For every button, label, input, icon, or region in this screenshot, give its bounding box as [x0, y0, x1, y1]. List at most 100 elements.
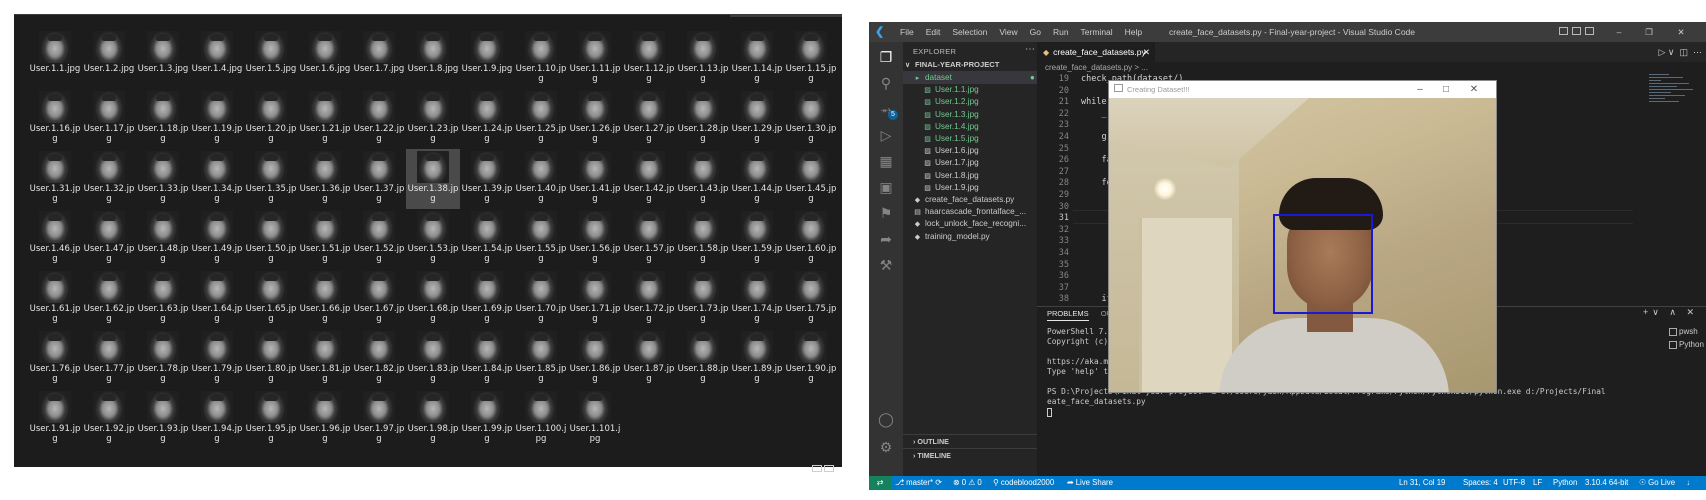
file-thumbnail[interactable]: User.1.29.jpg	[730, 89, 784, 149]
file-thumbnail[interactable]: User.1.41.jpg	[568, 149, 622, 209]
extensions-icon[interactable]: ▦	[877, 152, 895, 170]
tree-file[interactable]: ◆ lock_unlock_face_recogni...	[903, 217, 1047, 230]
run-debug-icon[interactable]: ▷	[877, 126, 895, 144]
file-thumbnail[interactable]: User.1.72.jpg	[622, 269, 676, 329]
tab-create-face-datasets[interactable]: ◆ create_face_datasets.py ✕	[1037, 42, 1155, 62]
camera-maximize-icon[interactable]: □	[1435, 81, 1457, 98]
file-thumbnail[interactable]: User.1.19.jpg	[190, 89, 244, 149]
problems-status[interactable]: ⊗ 0 ⚠ 0	[953, 476, 982, 490]
restore-icon[interactable]: ❐	[1641, 22, 1657, 42]
file-thumbnail[interactable]: User.1.53.jpg	[406, 209, 460, 269]
source-control-icon[interactable]: ⥇ 5	[877, 100, 898, 120]
file-thumbnail[interactable]: User.1.31.jpg	[28, 149, 82, 209]
tree-file[interactable]: ▤ haarcascade_frontalface_...	[903, 205, 1047, 218]
account-status[interactable]: ⚲ codeblood2000	[993, 476, 1054, 490]
camera-close-icon[interactable]: ✕	[1463, 81, 1485, 98]
file-thumbnail[interactable]: User.1.80.jpg	[244, 329, 298, 389]
file-thumbnail[interactable]: User.1.101.jpg	[568, 389, 622, 449]
menu-item[interactable]: Go	[1024, 22, 1047, 42]
file-thumbnail[interactable]: User.1.6.jpg	[298, 29, 352, 89]
file-thumbnail[interactable]: User.1.27.jpg	[622, 89, 676, 149]
thumbnail-view-icon[interactable]	[824, 465, 834, 472]
tree-file[interactable]: ▨User.1.2.jpgU	[903, 95, 1057, 108]
language-status[interactable]: Python	[1553, 476, 1577, 490]
file-thumbnail[interactable]: User.1.76.jpg	[28, 329, 82, 389]
camera-minimize-icon[interactable]: –	[1409, 81, 1431, 98]
file-thumbnail[interactable]: User.1.84.jpg	[460, 329, 514, 389]
tree-file[interactable]: ▨ User.1.6.jpg	[903, 144, 1057, 157]
file-thumbnail[interactable]: User.1.38.jpg	[406, 149, 460, 209]
tree-file[interactable]: ▨ User.1.7.jpg	[903, 156, 1057, 169]
file-thumbnail[interactable]: User.1.94.jpg	[190, 389, 244, 449]
file-thumbnail[interactable]: User.1.8.jpg	[406, 29, 460, 89]
file-thumbnail[interactable]: User.1.70.jpg	[514, 269, 568, 329]
file-thumbnail[interactable]: User.1.63.jpg	[136, 269, 190, 329]
close-icon[interactable]: ✕	[1673, 22, 1689, 42]
file-thumbnail[interactable]: User.1.91.jpg	[28, 389, 82, 449]
menu-item[interactable]: View	[993, 22, 1023, 42]
file-thumbnail[interactable]: User.1.58.jpg	[676, 209, 730, 269]
view-mode-icons[interactable]	[812, 459, 838, 472]
file-thumbnail[interactable]: User.1.60.jpg	[784, 209, 838, 269]
file-thumbnail[interactable]: User.1.21.jpg	[298, 89, 352, 149]
file-thumbnail[interactable]: User.1.88.jpg	[676, 329, 730, 389]
file-thumbnail[interactable]: User.1.56.jpg	[568, 209, 622, 269]
panel-controls[interactable]: +∨ ∧ ✕	[1643, 307, 1698, 318]
account-icon[interactable]: ◯	[877, 410, 895, 428]
tree-file[interactable]: ◆ training_model.py	[903, 230, 1047, 243]
file-thumbnail[interactable]: User.1.7.jpg	[352, 29, 406, 89]
go-live-status[interactable]: ☉ Go Live	[1639, 476, 1675, 490]
file-thumbnail[interactable]: User.1.18.jpg	[136, 89, 190, 149]
tree-folder[interactable]: ▸ dataset ●	[903, 71, 1047, 84]
file-thumbnail[interactable]: User.1.25.jpg	[514, 89, 568, 149]
terminal-instance[interactable]: Python	[1669, 338, 1704, 351]
toggle-panel-icon[interactable]	[1572, 27, 1581, 35]
file-thumbnail[interactable]: User.1.51.jpg	[298, 209, 352, 269]
file-thumbnail[interactable]: User.1.10.jpg	[514, 29, 568, 89]
file-thumbnail[interactable]: User.1.87.jpg	[622, 329, 676, 389]
file-thumbnail[interactable]: User.1.34.jpg	[190, 149, 244, 209]
file-thumbnail[interactable]: User.1.23.jpg	[406, 89, 460, 149]
more-actions-icon[interactable]: ⋯	[1025, 44, 1035, 55]
file-thumbnail[interactable]: User.1.75.jpg	[784, 269, 838, 329]
file-thumbnail[interactable]: User.1.3.jpg	[136, 29, 190, 89]
panel-tab[interactable]: PROBLEMS	[1047, 309, 1089, 321]
timeline-section[interactable]: › TIMELINE	[903, 448, 1037, 462]
tree-file[interactable]: ◆ create_face_datasets.py	[903, 193, 1047, 206]
terminal-instance[interactable]: pwsh	[1669, 325, 1704, 338]
file-thumbnail[interactable]: User.1.12.jpg	[622, 29, 676, 89]
file-thumbnail[interactable]: User.1.30.jpg	[784, 89, 838, 149]
indentation-status[interactable]: Spaces: 4	[1463, 476, 1498, 490]
menu-item[interactable]: Terminal	[1075, 22, 1119, 42]
file-thumbnail[interactable]: User.1.67.jpg	[352, 269, 406, 329]
file-thumbnail[interactable]: User.1.61.jpg	[28, 269, 82, 329]
file-thumbnail[interactable]: User.1.46.jpg	[28, 209, 82, 269]
file-thumbnail[interactable]: User.1.81.jpg	[298, 329, 352, 389]
file-thumbnail[interactable]: User.1.79.jpg	[190, 329, 244, 389]
file-thumbnail[interactable]: User.1.47.jpg	[82, 209, 136, 269]
tree-file[interactable]: ▨User.1.1.jpgU	[903, 83, 1057, 96]
file-thumbnail[interactable]: User.1.1.jpg	[28, 29, 82, 89]
tree-file[interactable]: ▨User.1.3.jpgU	[903, 108, 1057, 121]
encoding-status[interactable]: UTF-8	[1503, 476, 1525, 490]
interpreter-status[interactable]: 3.10.4 64-bit	[1585, 476, 1628, 490]
remote-indicator-icon[interactable]: ⇄	[869, 476, 891, 490]
file-thumbnail[interactable]: User.1.9.jpg	[460, 29, 514, 89]
file-thumbnail[interactable]: User.1.99.jpg	[460, 389, 514, 449]
tree-file[interactable]: ▨User.1.4.jpgU	[903, 120, 1057, 133]
file-thumbnail[interactable]: User.1.82.jpg	[352, 329, 406, 389]
file-thumbnail[interactable]: User.1.5.jpg	[244, 29, 298, 89]
menu-item[interactable]: Selection	[946, 22, 993, 42]
file-thumbnail[interactable]: User.1.24.jpg	[460, 89, 514, 149]
file-thumbnail[interactable]: User.1.83.jpg	[406, 329, 460, 389]
file-thumbnail[interactable]: User.1.89.jpg	[730, 329, 784, 389]
file-thumbnail[interactable]: User.1.40.jpg	[514, 149, 568, 209]
file-thumbnail[interactable]: User.1.74.jpg	[730, 269, 784, 329]
file-thumbnail[interactable]: User.1.42.jpg	[622, 149, 676, 209]
file-thumbnail[interactable]: User.1.2.jpg	[82, 29, 136, 89]
file-thumbnail[interactable]: User.1.33.jpg	[136, 149, 190, 209]
tree-file[interactable]: ▨ User.1.9.jpg	[903, 181, 1057, 194]
file-thumbnail[interactable]: User.1.93.jpg	[136, 389, 190, 449]
file-thumbnail[interactable]: User.1.96.jpg	[298, 389, 352, 449]
details-view-icon[interactable]	[812, 465, 822, 472]
